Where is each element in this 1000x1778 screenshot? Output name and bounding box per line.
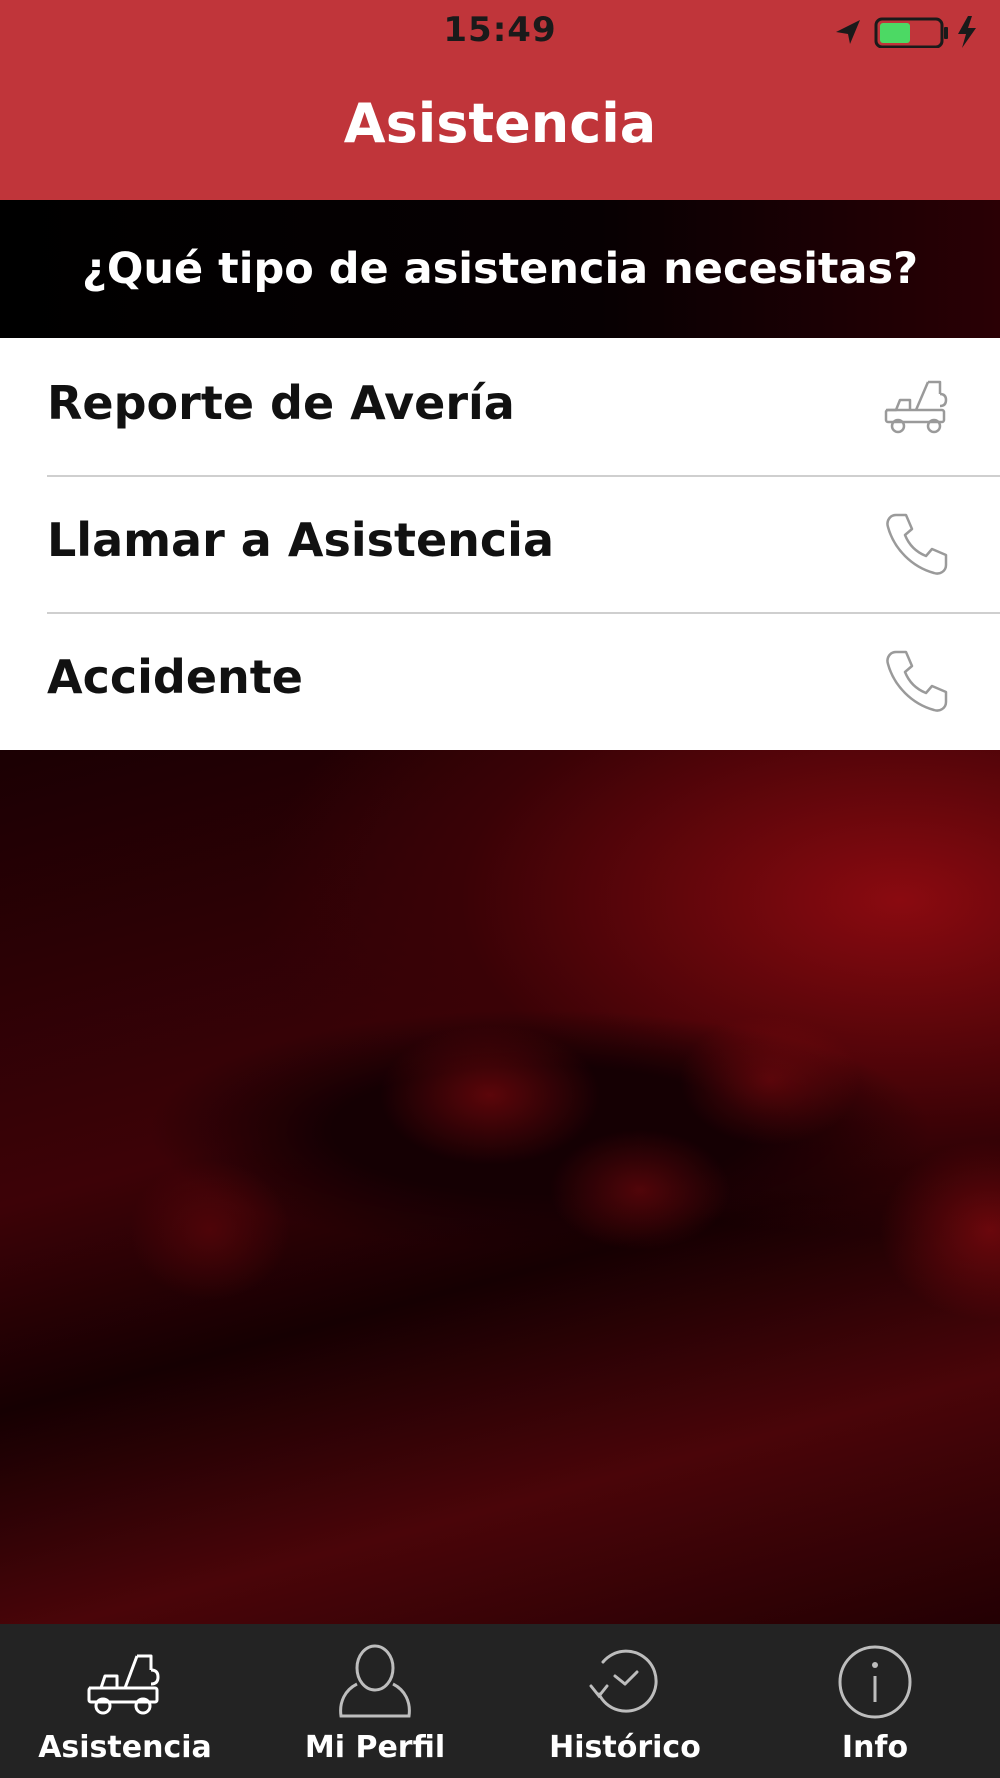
menu-item-llamar-asistencia[interactable]: Llamar a Asistencia	[0, 475, 1000, 612]
question-text: ¿Qué tipo de asistencia necesitas?	[81, 244, 919, 294]
menu-item-label: Llamar a Asistencia	[47, 513, 554, 567]
tab-asistencia[interactable]: Asistencia	[0, 1624, 250, 1778]
menu-item-accidente[interactable]: Accidente	[0, 612, 1000, 749]
info-icon	[838, 1645, 912, 1719]
tab-historico[interactable]: Histórico	[500, 1624, 750, 1778]
tab-label: Mi Perfil	[304, 1730, 446, 1765]
tab-bar: Asistencia Mi Perfil Histórico Info	[0, 1624, 1000, 1778]
menu-item-label: Reporte de Avería	[47, 376, 515, 430]
phone-icon	[886, 513, 948, 575]
tab-label: Asistencia	[38, 1730, 212, 1765]
tow-truck-icon	[884, 380, 948, 434]
assistance-options-list: Reporte de Avería Llamar a Asistencia Ac…	[0, 338, 1000, 750]
history-icon	[589, 1649, 658, 1713]
status-indicators	[836, 16, 976, 48]
menu-item-label: Accidente	[47, 650, 303, 704]
menu-item-reporte-averia[interactable]: Reporte de Avería	[0, 338, 1000, 475]
tow-truck-icon	[87, 1654, 160, 1715]
location-arrow-icon	[836, 20, 860, 44]
user-icon	[339, 1644, 411, 1718]
battery-icon	[874, 17, 948, 48]
tab-mi-perfil[interactable]: Mi Perfil	[250, 1624, 500, 1778]
navigation-header: 15:49 Asistencia	[0, 0, 1000, 200]
tab-label: Histórico	[549, 1730, 701, 1765]
tab-label: Info	[841, 1730, 909, 1765]
page-title: Asistencia	[343, 92, 657, 155]
tab-info[interactable]: Info	[750, 1624, 1000, 1778]
question-banner: ¿Qué tipo de asistencia necesitas?	[0, 200, 1000, 338]
phone-icon	[886, 650, 948, 712]
charging-bolt-icon	[958, 16, 976, 48]
background-image	[0, 750, 1000, 1624]
